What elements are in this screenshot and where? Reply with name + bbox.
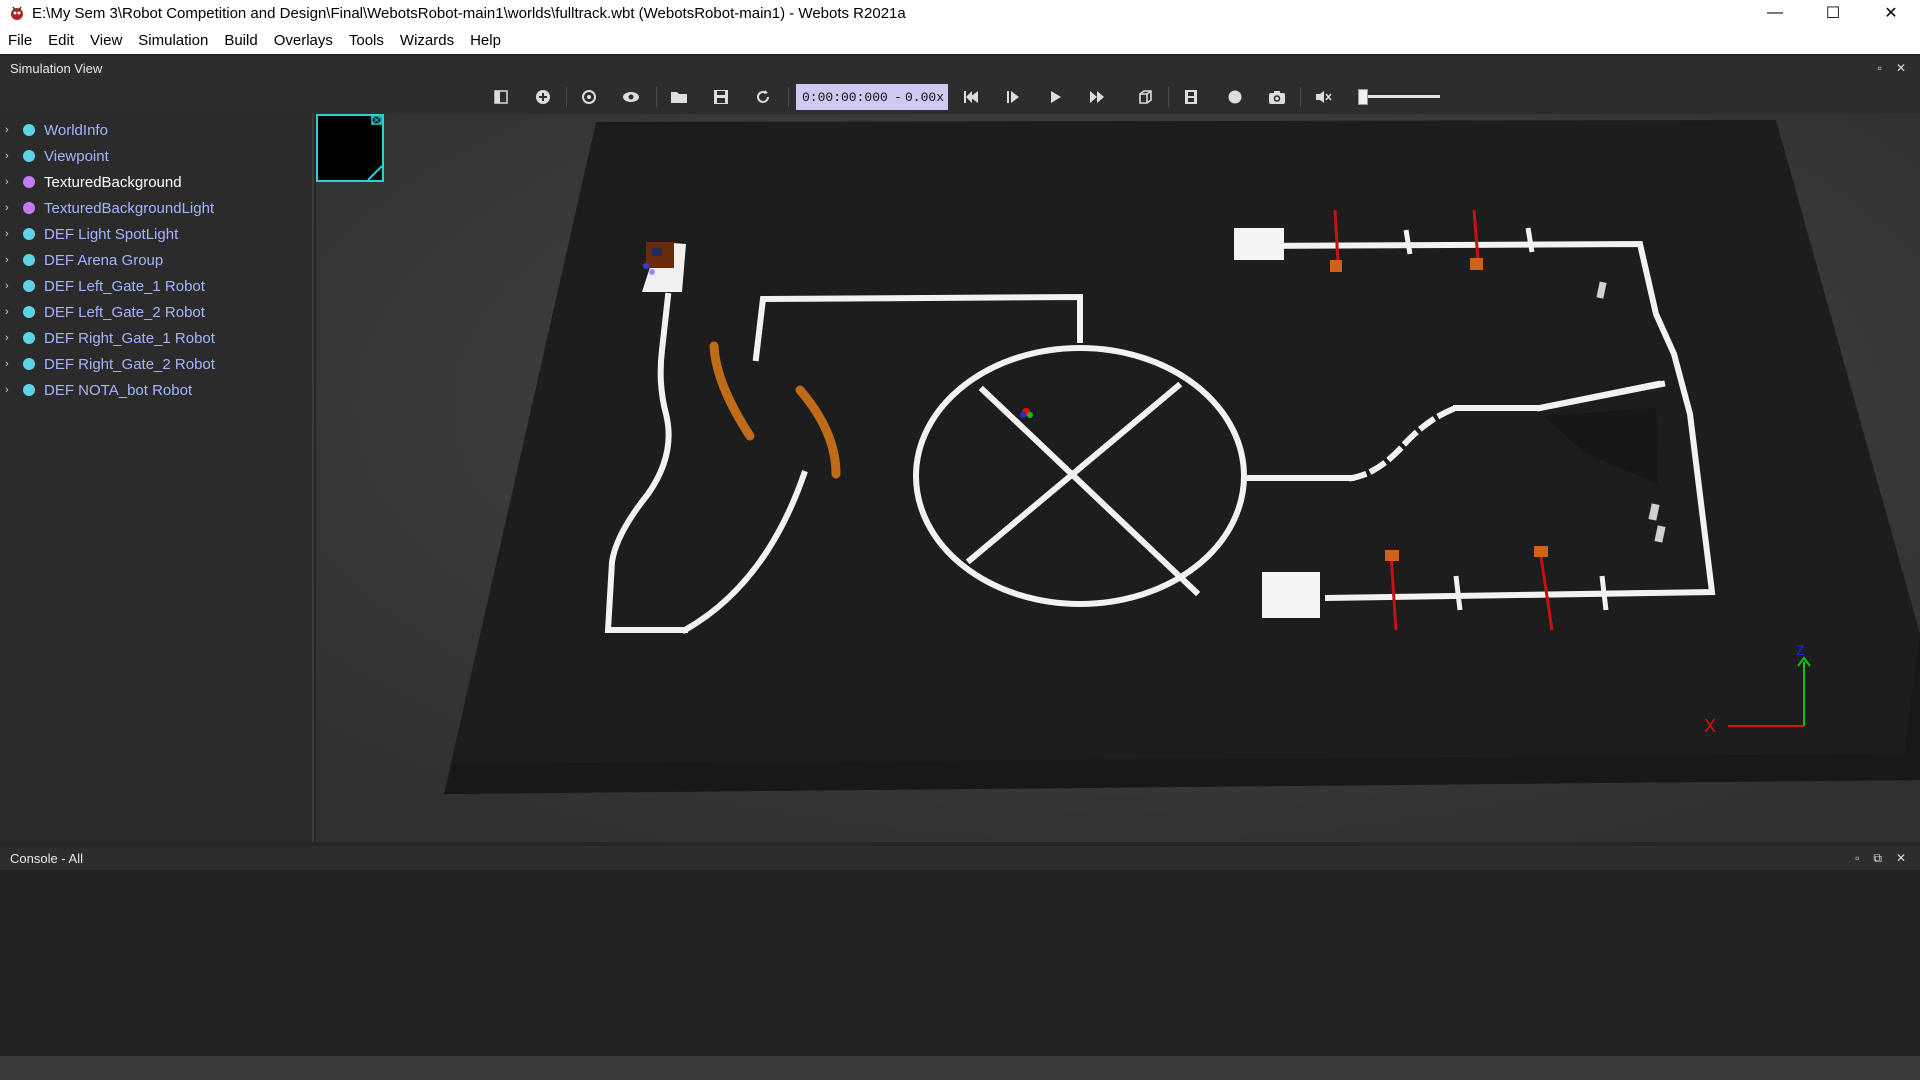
- expand-arrow-icon[interactable]: ›: [5, 176, 17, 188]
- tree-item-right-gate-2[interactable]: › DEF Right_Gate_2 Robot: [0, 352, 215, 376]
- simulation-view-header: Simulation View ▫ ✕: [0, 56, 1920, 80]
- simulation-speed: 0.00x: [904, 89, 944, 105]
- simulation-view-title: Simulation View: [10, 60, 103, 76]
- reset-viewpoint-icon[interactable]: [576, 85, 602, 109]
- node-dot-icon: [23, 254, 35, 266]
- expand-arrow-icon[interactable]: ›: [5, 306, 17, 318]
- screenshot-icon[interactable]: [1264, 85, 1290, 109]
- view-icon[interactable]: [618, 85, 644, 109]
- expand-arrow-icon[interactable]: ›: [5, 228, 17, 240]
- reset-simulation-icon[interactable]: [958, 85, 984, 109]
- expand-arrow-icon[interactable]: ›: [5, 124, 17, 136]
- tree-item-worldinfo[interactable]: › WorldInfo: [0, 118, 108, 142]
- tree-item-arena-group[interactable]: › DEF Arena Group: [0, 248, 163, 272]
- menu-build[interactable]: Build: [216, 32, 265, 49]
- run-realtime-icon[interactable]: [1042, 85, 1068, 109]
- console-title: Console - All: [10, 850, 83, 866]
- close-console-icon[interactable]: ✕: [1896, 851, 1906, 865]
- maximize-button[interactable]: ☐: [1804, 0, 1862, 26]
- node-dot-icon: [23, 306, 35, 318]
- volume-slider[interactable]: [1358, 89, 1440, 105]
- window-title: E:\My Sem 3\Robot Competition and Design…: [32, 4, 906, 22]
- close-panel-icon[interactable]: ✕: [1896, 61, 1906, 75]
- simulation-time: 0:00:00:000: [802, 89, 888, 105]
- node-dot-icon: [23, 358, 35, 370]
- mute-icon[interactable]: [1310, 85, 1336, 109]
- expand-arrow-icon[interactable]: ›: [5, 202, 17, 214]
- record-animation-icon[interactable]: [1222, 85, 1248, 109]
- render-toggle-icon[interactable]: [1132, 85, 1158, 109]
- node-dot-icon: [23, 228, 35, 240]
- node-dot-icon: [23, 280, 35, 292]
- simulation-toolbar: [0, 80, 1920, 114]
- node-dot-icon: [23, 150, 35, 162]
- scene-tree: › WorldInfo › Viewpoint › TexturedBackgr…: [0, 114, 314, 842]
- menu-view[interactable]: View: [82, 32, 130, 49]
- step-icon[interactable]: [1000, 85, 1026, 109]
- tree-item-right-gate-1[interactable]: › DEF Right_Gate_1 Robot: [0, 326, 215, 350]
- tree-item-texturedbackgroundlight[interactable]: › TexturedBackgroundLight: [0, 196, 214, 220]
- float-panel-icon[interactable]: ▫: [1878, 61, 1882, 75]
- expand-arrow-icon[interactable]: ›: [5, 254, 17, 266]
- maximize-console-icon[interactable]: ⧉: [1873, 851, 1882, 866]
- fast-forward-icon[interactable]: [1084, 85, 1110, 109]
- menu-edit[interactable]: Edit: [40, 32, 82, 49]
- tree-item-nota-bot[interactable]: › DEF NOTA_bot Robot: [0, 378, 192, 402]
- expand-arrow-icon[interactable]: ›: [5, 358, 17, 370]
- volume-slider-handle[interactable]: [1358, 89, 1368, 105]
- axis-x-label: X: [1704, 716, 1717, 736]
- expand-arrow-icon[interactable]: ›: [5, 384, 17, 396]
- axis-z-label: Z: [1796, 642, 1805, 658]
- box-bottom-right: [1262, 572, 1320, 618]
- tree-item-left-gate-1[interactable]: › DEF Left_Gate_1 Robot: [0, 274, 205, 298]
- console-output[interactable]: [0, 870, 1920, 1056]
- menu-wizards[interactable]: Wizards: [392, 32, 462, 49]
- overlay-camera-window[interactable]: [316, 114, 384, 182]
- tree-item-left-gate-2[interactable]: › DEF Left_Gate_2 Robot: [0, 300, 205, 324]
- close-button[interactable]: ✕: [1862, 0, 1920, 26]
- show-scene-tree-icon[interactable]: [488, 85, 514, 109]
- 3d-viewport[interactable]: X Z: [316, 114, 1920, 842]
- console-header: Console - All ▫ ⧉ ✕: [0, 846, 1920, 870]
- expand-arrow-icon[interactable]: ›: [5, 150, 17, 162]
- menu-simulation[interactable]: Simulation: [130, 32, 216, 49]
- node-dot-icon: [23, 202, 35, 214]
- expand-arrow-icon[interactable]: ›: [5, 280, 17, 292]
- node-dot-icon: [23, 384, 35, 396]
- webots-app-icon: [11, 6, 23, 20]
- menu-file[interactable]: File: [0, 32, 40, 49]
- box-top-right: [1234, 228, 1284, 260]
- tree-item-viewpoint[interactable]: › Viewpoint: [0, 144, 109, 168]
- menu-tools[interactable]: Tools: [341, 32, 392, 49]
- add-node-icon[interactable]: [530, 85, 556, 109]
- tree-item-light-spotlight[interactable]: › DEF Light SpotLight: [0, 222, 178, 246]
- reload-world-icon[interactable]: [750, 85, 776, 109]
- title-bar: E:\My Sem 3\Robot Competition and Design…: [0, 0, 1920, 26]
- node-dot-icon: [23, 124, 35, 136]
- menu-help[interactable]: Help: [462, 32, 509, 49]
- menu-overlays[interactable]: Overlays: [266, 32, 341, 49]
- float-console-icon[interactable]: ▫: [1855, 851, 1859, 865]
- minimize-button[interactable]: —: [1746, 0, 1804, 26]
- expand-arrow-icon[interactable]: ›: [5, 332, 17, 344]
- node-dot-icon: [23, 176, 35, 188]
- save-world-icon[interactable]: [708, 85, 734, 109]
- record-movie-icon[interactable]: [1178, 85, 1204, 109]
- scene-render: [316, 114, 1920, 842]
- status-bar: [0, 1056, 1920, 1080]
- menu-bar: File Edit View Simulation Build Overlays…: [0, 26, 1920, 54]
- tree-item-texturedbackground[interactable]: › TexturedBackground: [0, 170, 182, 194]
- node-dot-icon: [23, 332, 35, 344]
- open-world-icon[interactable]: [666, 85, 692, 109]
- simulation-time-display: 0:00:00:000 - 0.00x: [796, 84, 948, 110]
